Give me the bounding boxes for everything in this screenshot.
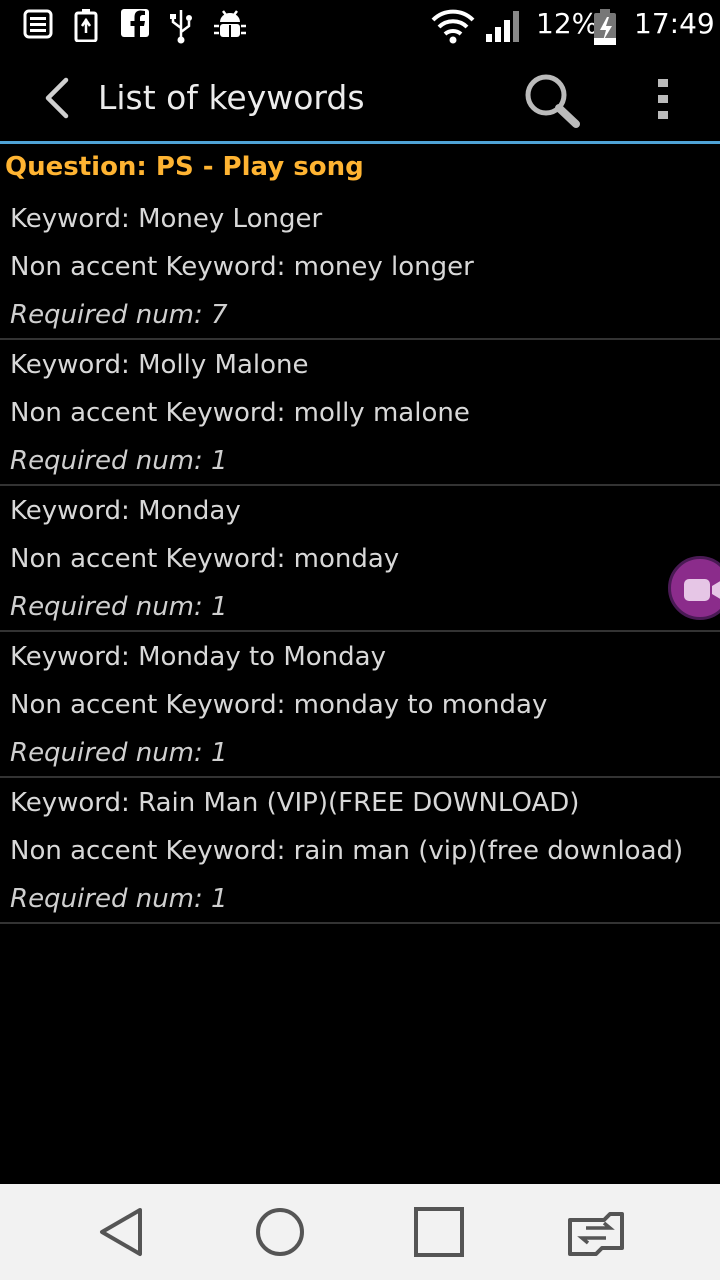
list-item[interactable]: Keyword: Monday to Monday Non accent Key… — [0, 632, 720, 778]
non-accent-keyword-text: Non accent Keyword: molly malone — [10, 398, 470, 428]
non-accent-keyword-text: Non accent Keyword: money longer — [10, 252, 474, 282]
battery-saver-icon — [74, 9, 98, 42]
non-accent-keyword-text: Non accent Keyword: monday to monday — [10, 690, 548, 720]
list-item[interactable]: Keyword: Rain Man (VIP)(FREE DOWNLOAD) N… — [0, 778, 720, 924]
usb-icon — [170, 10, 192, 44]
required-num-text: Required num: 7 — [10, 300, 228, 330]
keyword-text: Keyword: Monday — [10, 496, 241, 526]
facebook-icon — [121, 9, 149, 37]
list-item[interactable]: Keyword: Monday Non accent Keyword: mond… — [0, 486, 720, 632]
action-bar: List of keywords — [0, 50, 720, 144]
required-num-text: Required num: 1 — [10, 446, 228, 476]
video-camera-icon — [684, 579, 720, 601]
non-accent-keyword-text: Non accent Keyword: monday — [10, 544, 400, 574]
required-num-text: Required num: 1 — [10, 592, 228, 622]
status-bar: 12% 17:49 — [0, 0, 720, 50]
list-item[interactable]: Keyword: Molly Malone Non accent Keyword… — [0, 340, 720, 486]
search-icon[interactable] — [520, 70, 582, 130]
nav-home-icon[interactable] — [250, 1204, 310, 1260]
keyword-text: Keyword: Rain Man (VIP)(FREE DOWNLOAD) — [10, 788, 580, 818]
required-num-text: Required num: 1 — [10, 884, 228, 914]
navigation-bar — [0, 1184, 720, 1280]
keyword-text: Keyword: Monday to Monday — [10, 642, 386, 672]
page-title: List of keywords — [98, 78, 365, 117]
clock: 17:49 — [634, 7, 715, 40]
overflow-menu-icon[interactable] — [650, 76, 676, 122]
nav-recents-icon[interactable] — [408, 1204, 468, 1260]
keyword-list: Keyword: Money Longer Non accent Keyword… — [0, 194, 720, 924]
battery-charging-icon — [594, 9, 616, 45]
android-debug-icon — [214, 10, 246, 37]
non-accent-keyword-text: Non accent Keyword: rain man (vip)(free … — [10, 836, 684, 866]
back-icon[interactable] — [38, 76, 74, 120]
keyword-text: Keyword: Molly Malone — [10, 350, 309, 380]
nav-back-icon[interactable] — [94, 1204, 154, 1260]
battery-percent: 12% — [536, 7, 599, 40]
question-header: Question: PS - Play song — [5, 152, 364, 182]
required-num-text: Required num: 1 — [10, 738, 228, 768]
nav-switch-icon[interactable] — [566, 1204, 626, 1260]
keyword-text: Keyword: Money Longer — [10, 204, 323, 234]
list-item[interactable]: Keyword: Money Longer Non accent Keyword… — [0, 194, 720, 340]
notes-icon — [23, 9, 53, 39]
signal-icon — [486, 11, 519, 42]
wifi-icon — [431, 9, 475, 44]
